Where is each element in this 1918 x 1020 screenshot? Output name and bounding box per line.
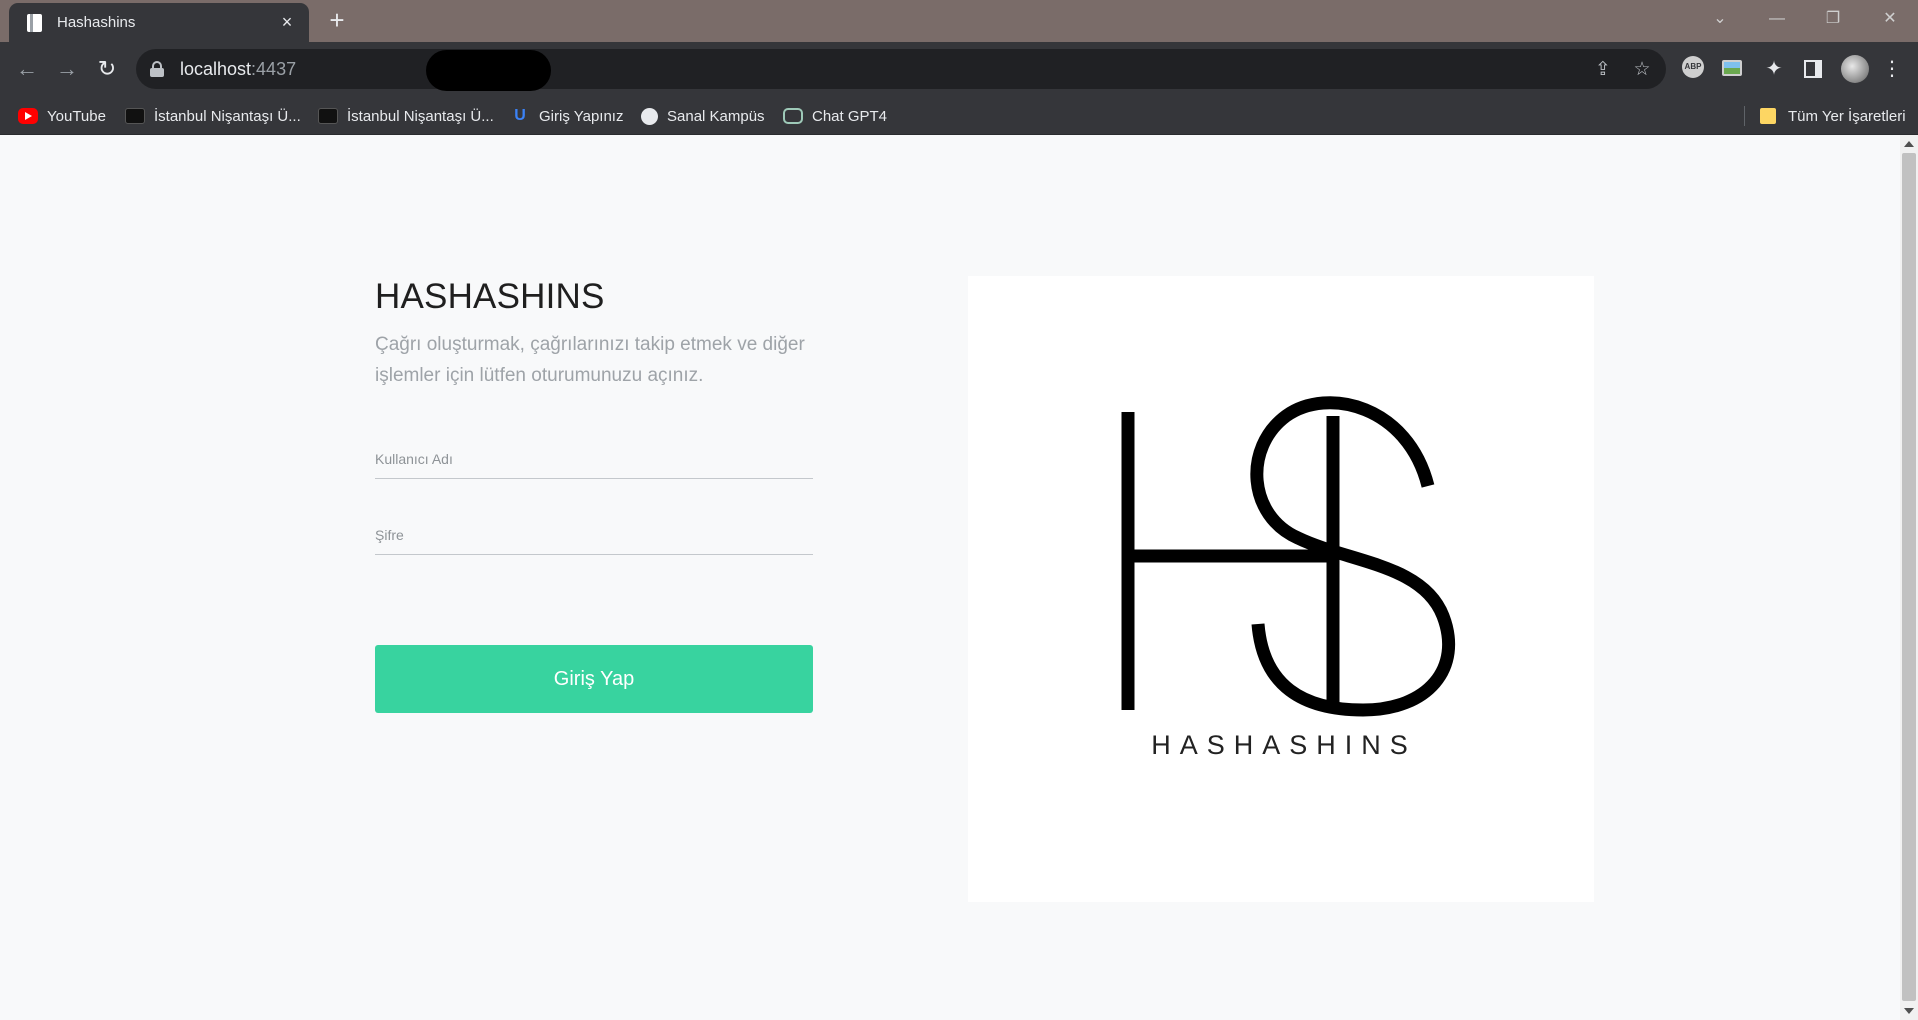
bookmark-youtube[interactable]: YouTube <box>18 104 106 128</box>
page-viewport: HASHASHINS Çağrı oluşturmak, çağrılarını… <box>0 135 1900 1020</box>
bookmark-label: Giriş Yapınız <box>539 107 624 125</box>
bookmark-label: İstanbul Nişantaşı Ü... <box>347 107 494 125</box>
tab-search-icon[interactable]: ⌄ <box>1705 6 1735 32</box>
username-input[interactable] <box>375 433 813 478</box>
scroll-up-arrow[interactable] <box>1904 141 1914 147</box>
browser-tab[interactable]: Hashashins × <box>9 3 309 42</box>
u-logo-icon: U <box>514 107 526 124</box>
new-tab-button[interactable]: + <box>323 6 351 34</box>
page-title: HASHASHINS <box>375 277 605 316</box>
all-bookmarks-button[interactable]: Tüm Yer İşaretleri <box>1760 104 1906 128</box>
password-input[interactable] <box>375 509 813 554</box>
side-panel-icon[interactable] <box>1804 60 1822 78</box>
hashashins-logo: HASHASHINS <box>1121 396 1456 760</box>
scrollbar-thumb[interactable] <box>1902 153 1916 1001</box>
logo-wordmark: HASHASHINS <box>1151 730 1417 760</box>
browser-toolbar: ← → ↻ localhost:4437 ⇪ ☆ ABP ✦ ⋮ <box>0 42 1918 96</box>
lock-icon[interactable] <box>150 61 164 77</box>
reload-button[interactable]: ↻ <box>92 54 122 84</box>
login-subtitle: Çağrı oluşturmak, çağrılarınızı takip et… <box>375 334 805 386</box>
bookmark-sanal-kampus[interactable]: Sanal Kampüs <box>641 104 765 128</box>
university-icon <box>125 108 145 124</box>
url-host: localhost <box>180 58 252 79</box>
bookmark-label: YouTube <box>47 107 106 125</box>
address-bar[interactable]: localhost:4437 ⇪ ☆ <box>136 49 1666 91</box>
bookmark-nisantasi-1[interactable]: İstanbul Nişantaşı Ü... <box>125 104 301 128</box>
bookmark-chat-gpt4[interactable]: Chat GPT4 <box>783 104 887 128</box>
bookmark-star-icon[interactable]: ☆ <box>1630 59 1654 81</box>
youtube-icon <box>18 108 38 124</box>
redaction-mark <box>426 50 551 91</box>
all-bookmarks-label: Tüm Yer İşaretleri <box>1788 107 1906 125</box>
bookmark-giris-yapiniz[interactable]: U Giriş Yapınız <box>510 104 623 128</box>
tab-strip: Hashashins × + ⌄ — ❐ ✕ <box>0 0 1918 42</box>
minimize-button[interactable]: — <box>1762 6 1792 32</box>
password-field <box>375 509 813 555</box>
browser-menu-icon[interactable]: ⋮ <box>1880 56 1904 82</box>
adblock-extension-icon[interactable]: ABP <box>1682 56 1704 78</box>
bookmark-label: Sanal Kampüs <box>667 107 765 125</box>
share-icon[interactable]: ⇪ <box>1591 59 1615 81</box>
restore-button[interactable]: ❐ <box>1818 6 1848 32</box>
username-field <box>375 433 813 479</box>
scroll-down-arrow[interactable] <box>1904 1008 1914 1014</box>
extensions-puzzle-icon[interactable]: ✦ <box>1762 56 1786 82</box>
logo-card: HASHASHINS <box>968 276 1594 902</box>
bookmark-nisantasi-2[interactable]: İstanbul Nişantaşı Ü... <box>318 104 494 128</box>
bookmark-label: Chat GPT4 <box>812 107 888 125</box>
back-button[interactable]: ← <box>12 54 42 84</box>
image-extension-icon[interactable] <box>1722 60 1742 76</box>
chatgpt-icon <box>783 108 803 124</box>
page-icon <box>25 13 45 33</box>
folder-icon <box>1760 108 1776 124</box>
login-button[interactable]: Giriş Yap <box>375 645 813 713</box>
close-window-button[interactable]: ✕ <box>1875 6 1905 32</box>
login-form: HASHASHINS Çağrı oluşturmak, çağrılarını… <box>375 277 813 713</box>
university-icon <box>318 108 338 124</box>
page-scrollbar[interactable] <box>1900 135 1918 1020</box>
bookmarks-bar: YouTube İstanbul Nişantaşı Ü... İstanbul… <box>0 96 1918 135</box>
profile-avatar[interactable] <box>1841 55 1869 83</box>
close-tab-icon[interactable]: × <box>277 12 297 33</box>
forward-button[interactable]: → <box>52 54 82 84</box>
globe-icon <box>641 107 658 125</box>
bookmarks-divider <box>1744 106 1745 126</box>
url-port: :4437 <box>251 58 297 79</box>
tab-title: Hashashins <box>57 14 136 31</box>
bookmark-label: İstanbul Nişantaşı Ü... <box>154 107 301 125</box>
